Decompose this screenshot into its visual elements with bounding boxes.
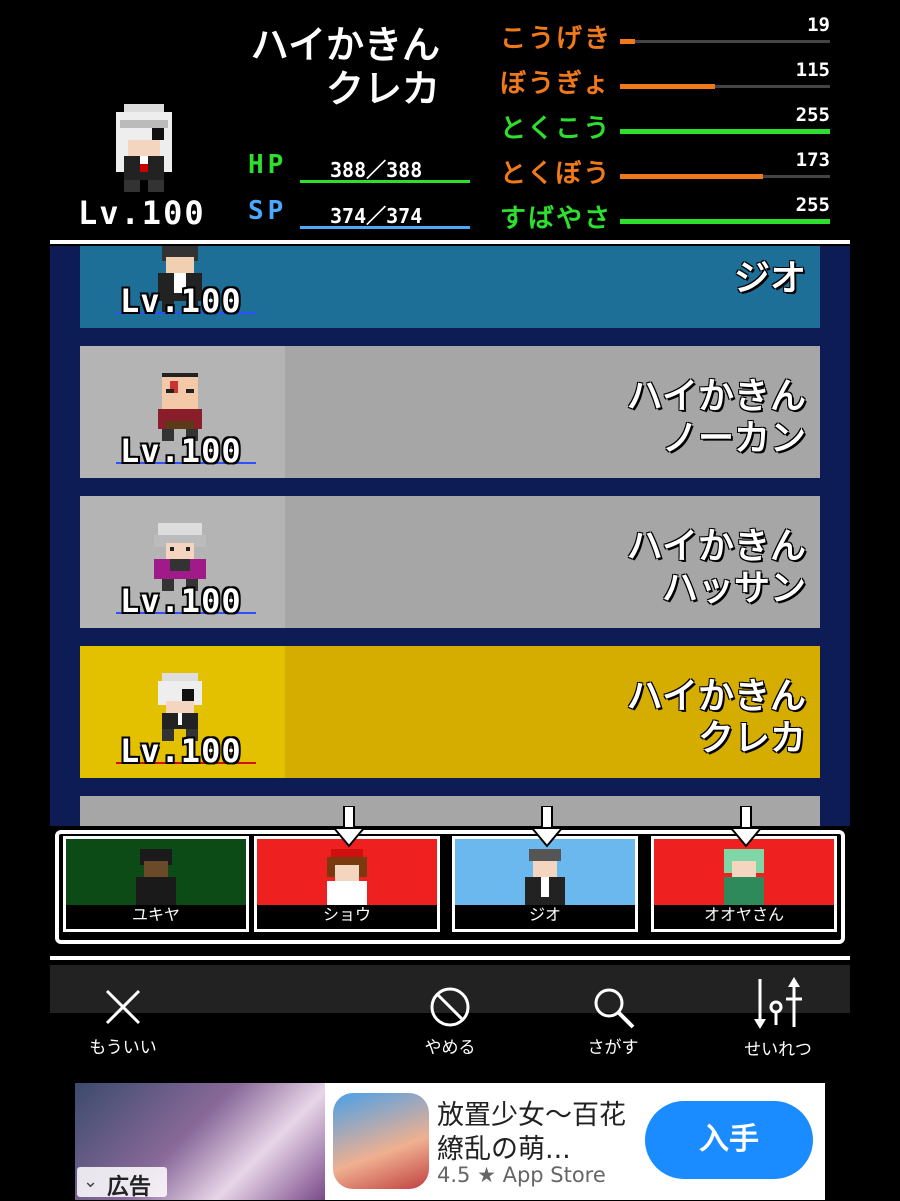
party-slot-shou[interactable]: ショウ [254, 836, 440, 932]
stat-label: すばやさ [500, 204, 613, 234]
ooya-sprite [724, 849, 764, 905]
arrow-down-icon [729, 806, 763, 848]
sp-label: SP [248, 196, 288, 226]
card-name-line1: ハイかきん [626, 676, 806, 717]
sp-gauge [300, 226, 470, 229]
character-card-hassan[interactable]: Lv.100 ハイかきん ハッサン [80, 496, 820, 628]
stat-value: 19 [807, 14, 830, 36]
stat-gauge-fill [620, 174, 763, 179]
sort-button[interactable]: せいれつ [718, 975, 838, 1060]
stat-label: ぼうぎょ [500, 69, 611, 99]
stat-gauge-fill [620, 219, 830, 224]
level-label: Lv.100 [78, 194, 206, 232]
stat-label: とくこう [500, 114, 612, 144]
stat-gauge-fill [620, 84, 715, 89]
party-slot-ooya[interactable]: オオヤさん [651, 836, 837, 932]
stat-label: とくぼう [500, 159, 612, 189]
search-button[interactable]: さがす [553, 985, 673, 1058]
stat-gauge [620, 39, 830, 44]
hp-value: 388／388 [330, 158, 423, 182]
yukiya-sprite [136, 849, 176, 905]
ad-banner[interactable]: ⌄ 広告 放置少女～百花 繚乱の萌... 4.5 ★ App Store 入手 [75, 1083, 825, 1200]
status-panel: Lv.100 ハイかきん クレカ HP 388／388 SP 374／374 こ… [0, 0, 900, 240]
stat-gauge-fill [620, 39, 635, 44]
ad-title-line2: 繚乱の萌... [437, 1134, 571, 1165]
stat-label: こうげき [500, 24, 613, 54]
ad-tag: 広告 [107, 1175, 152, 1200]
close-label: もういい [89, 1038, 157, 1058]
stat-gauge [620, 84, 830, 89]
close-icon [105, 989, 141, 1025]
stat-gauge [620, 174, 830, 179]
search-label: さがす [587, 1038, 639, 1058]
zio-party-sprite [525, 849, 565, 905]
arrow-down-icon [530, 806, 564, 848]
stat-gauge [620, 219, 830, 224]
prohibit-icon [430, 987, 470, 1027]
party-slot-yukiya[interactable]: ユキヤ [63, 836, 249, 932]
sort-icon [754, 977, 802, 1029]
character-card-nokan[interactable]: Lv.100 ハイかきん ノーカン [80, 346, 820, 478]
ad-rating: 4.5 ★ App Store [437, 1163, 606, 1187]
status-divider [50, 240, 850, 244]
stat-value: 255 [795, 104, 830, 126]
card-level: Lv.100 [120, 582, 242, 620]
card-name-line2: ジオ [733, 258, 806, 299]
search-icon [594, 988, 635, 1029]
stat-value: 173 [795, 149, 830, 171]
party-name: ユキヤ [131, 905, 180, 924]
sp-value: 374／374 [330, 204, 423, 228]
character-list[interactable]: Lv.100 ジオ Lv.100 ハイかきん ノーカン Lv.100 ハイかきん… [50, 246, 850, 826]
card-name-line2: クレカ [697, 718, 806, 759]
stat-value: 255 [795, 194, 830, 216]
card-name-line2: ノーカン [661, 418, 806, 459]
get-button[interactable]: 入手 [645, 1101, 813, 1179]
ad-tag-box[interactable]: ⌄ 広告 [77, 1167, 167, 1200]
chevron-down-icon: ⌄ [83, 1171, 99, 1192]
character-sprite [116, 104, 172, 192]
card-name-line2: ハッサン [661, 568, 806, 609]
hp-gauge [300, 180, 470, 183]
cancel-button[interactable]: やめる [390, 985, 510, 1058]
shou-sprite [327, 849, 367, 905]
card-name-line1: ハイかきん [626, 526, 806, 567]
character-name-line1: ハイかきん [250, 23, 440, 67]
stat-gauge-fill [620, 129, 830, 134]
arrow-down-icon [332, 806, 366, 848]
card-level: Lv.100 [120, 432, 242, 470]
stat-value: 115 [795, 59, 830, 81]
close-button[interactable]: もういい [63, 985, 183, 1058]
party-name: ショウ [322, 905, 371, 924]
cancel-label: やめる [424, 1038, 476, 1058]
card-level: Lv.100 [120, 732, 242, 770]
card-name-line1: ハイかきん [626, 376, 806, 417]
party-divider [50, 956, 850, 960]
party-name: オオヤさん [703, 905, 784, 924]
sort-label: せいれつ [744, 1040, 812, 1060]
stat-gauge [620, 129, 830, 134]
character-card-zio[interactable]: Lv.100 ジオ [80, 246, 820, 328]
party-slot-zio[interactable]: ジオ [452, 836, 638, 932]
hp-label: HP [248, 150, 288, 180]
character-card-kureka[interactable]: Lv.100 ハイかきん クレカ [80, 646, 820, 778]
character-card-next[interactable] [80, 796, 820, 826]
card-level: Lv.100 [120, 282, 242, 320]
app-icon [333, 1093, 429, 1189]
party-name: ジオ [528, 905, 561, 924]
character-name-line2: クレカ [325, 67, 440, 111]
